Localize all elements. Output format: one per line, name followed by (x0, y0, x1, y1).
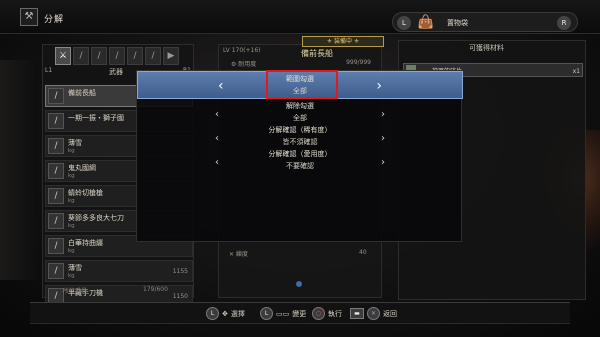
proficiency-value: 40 (359, 249, 367, 256)
right-arrow-icon[interactable]: › (381, 109, 385, 120)
controls-footer: L ✥ 選擇 L ▭▭ 變更 ○ 執行 ▬ ✕ 返回 (30, 302, 570, 324)
top-bar: ⚒ 分解 L 👜 置物袋 R (0, 0, 600, 34)
left-arrow-icon[interactable]: ‹ (215, 133, 219, 144)
hint-execute-label: 執行 (328, 309, 342, 318)
bag-icon: 👜 (417, 15, 435, 30)
sword-icon: / (48, 213, 64, 229)
scene-left-shade (0, 60, 38, 280)
sword-icon: / (48, 113, 64, 129)
rarity-confirm-label: 分解確認（稀有度） (268, 126, 332, 134)
sword-icon: / (48, 263, 64, 279)
hint-change-label: 變更 (292, 309, 307, 318)
weapon-level: LV 170(+16) (223, 47, 261, 54)
sword-icon: / (48, 163, 64, 179)
list-item[interactable]: / 薄雪 kg 1155 (45, 260, 193, 282)
rarity-confirm-row[interactable]: ‹ 分解確認（稀有度） 皆不須確認 › (137, 125, 463, 147)
options-button-icon: ▬ (350, 308, 364, 319)
bumper-icon: ▭▭ (276, 309, 290, 318)
materials-title: 可獲得材料 (469, 44, 504, 52)
decompose-icon: ⚒ (20, 8, 38, 26)
l-stick-icon: L (397, 16, 411, 30)
material-count: x1 (572, 68, 580, 75)
rarity-confirm-value: 皆不須確認 (282, 138, 318, 146)
cross-button-icon: ✕ (367, 307, 380, 320)
l1-label: L1 (45, 67, 53, 74)
weight-label: 所持重量 (63, 288, 88, 295)
tab-axe[interactable]: / (109, 47, 125, 65)
right-arrow-icon[interactable]: › (376, 78, 382, 94)
page-title: 分解 (44, 15, 65, 25)
sword-icon: / (48, 238, 64, 254)
tab-sword[interactable]: ⚔ (55, 47, 71, 65)
sword-icon: / (48, 138, 64, 154)
weight-value: 179/600 (143, 286, 168, 293)
l-stick-icon: L (260, 307, 273, 320)
tab-odachi[interactable]: / (127, 47, 143, 65)
hint-execute: ○ 執行 (312, 307, 342, 320)
sword-icon: / (48, 188, 64, 204)
tab-tonfa[interactable]: / (145, 47, 161, 65)
tab-spear[interactable]: / (91, 47, 107, 65)
durability-label: ⚙ 耐用度 (231, 61, 257, 68)
tab-dual[interactable]: / (73, 47, 89, 65)
page-indicator-dot (296, 281, 302, 287)
fondness-confirm-value: 不要確認 (286, 162, 314, 170)
circle-button-icon: ○ (312, 307, 325, 320)
storage-switch[interactable]: L 👜 置物袋 R (392, 12, 578, 32)
l-stick-icon: L (206, 307, 219, 320)
left-arrow-icon[interactable]: ‹ (215, 157, 219, 168)
hint-select: L ✥ 選擇 (206, 307, 245, 320)
deselect-value: 全部 (293, 114, 307, 122)
category-label: 武器 (109, 68, 123, 76)
r-stick-icon: R (557, 16, 571, 30)
deselect-label: 解除勾選 (286, 102, 314, 110)
durability-value: 999/999 (346, 59, 371, 66)
proficiency-label: ✕ 練度 (229, 251, 248, 258)
highlight-marker (266, 70, 338, 99)
weapon-name: 備前長船 (301, 49, 333, 58)
dpad-icon: ✥ (222, 309, 228, 318)
hint-change: L ▭▭ 變更 (260, 307, 306, 320)
weight-footer: 所持重量 179/600 (63, 286, 168, 295)
right-arrow-icon[interactable]: › (381, 157, 385, 168)
hint-back-label: 返回 (383, 309, 397, 318)
equipped-badge: ⚜ 装備中 ⚜ (302, 36, 384, 47)
fondness-confirm-label: 分解確認（愛用度） (268, 150, 332, 158)
hint-back: ▬ ✕ 返回 (350, 307, 397, 320)
right-arrow-icon[interactable]: › (381, 133, 385, 144)
tab-next-arrow[interactable]: ▶ (163, 47, 179, 65)
left-arrow-icon[interactable]: ‹ (218, 78, 224, 94)
left-arrow-icon[interactable]: ‹ (215, 109, 219, 120)
deselect-row[interactable]: ‹ 解除勾選 全部 › (137, 101, 463, 123)
category-tabs: ⚔ / / / / / ▶ (55, 47, 179, 67)
sword-icon: / (48, 88, 64, 104)
hint-select-label: 選擇 (230, 309, 245, 318)
proficiency-row: ✕ 練度 40 (229, 249, 367, 258)
fondness-confirm-row[interactable]: ‹ 分解確認（愛用度） 不要確認 › (137, 149, 463, 171)
storage-label: 置物袋 (447, 19, 468, 27)
